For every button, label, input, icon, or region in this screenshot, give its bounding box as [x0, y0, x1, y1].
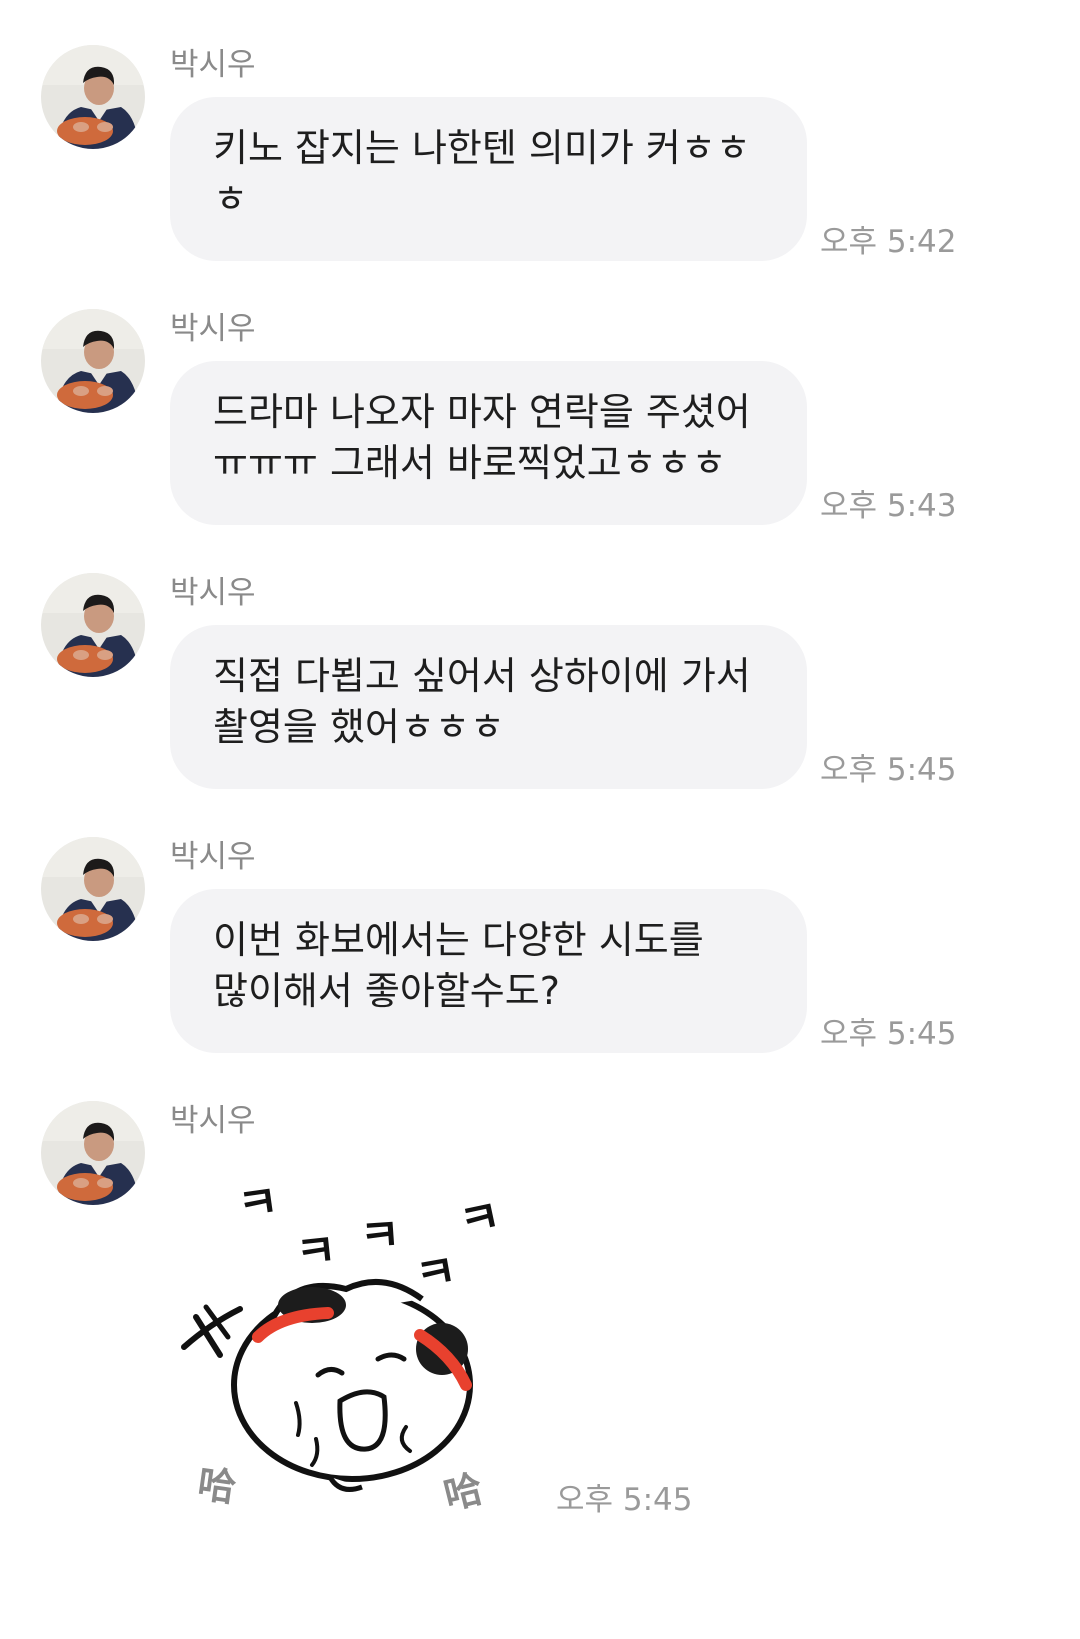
- sticker-text: ㅋ: [293, 1225, 339, 1280]
- sender-name: 박시우: [170, 1103, 256, 1139]
- message-text-line: 이번 화보에서는 다양한 시도를: [213, 918, 704, 962]
- message-text-line: 드라마 나오자 마자 연락을 주셨어: [213, 390, 751, 434]
- laughing-dumpling-sticker-icon: ㅋ ㅋ ㅋ ㅋ ㅋ 哈 哈: [181, 1176, 505, 1518]
- sticker-text: 哈: [195, 1461, 239, 1510]
- avatar[interactable]: [41, 309, 145, 413]
- sender-name: 박시우: [170, 311, 256, 347]
- message-time: 오후 5:45: [820, 1016, 957, 1052]
- message-bubble[interactable]: 드라마 나오자 마자 연락을 주셨어 ㅠㅠㅠ 그래서 바로찍었고ㅎㅎㅎ: [170, 361, 807, 525]
- avatar[interactable]: [41, 573, 145, 677]
- sender-name: 박시우: [170, 47, 256, 83]
- message-time: 오후 5:45: [820, 752, 957, 788]
- message-text-line: 촬영을 했어ㅎㅎㅎ: [213, 705, 505, 749]
- profile-photo-icon: [41, 45, 145, 149]
- message-bubble[interactable]: 키노 잡지는 나한텐 의미가 커ㅎㅎ ㅎ: [170, 97, 807, 261]
- sender-name: 박시우: [170, 839, 256, 875]
- message-bubble[interactable]: 이번 화보에서는 다양한 시도를 많이해서 좋아할수도?: [170, 889, 807, 1053]
- avatar[interactable]: [41, 837, 145, 941]
- message-text-line: ㅠㅠㅠ 그래서 바로찍었고ㅎㅎㅎ: [213, 441, 727, 485]
- sticker[interactable]: ㅋ ㅋ ㅋ ㅋ ㅋ 哈 哈: [170, 1159, 530, 1519]
- message-text-line: ㅎ: [213, 177, 248, 221]
- avatar[interactable]: [41, 45, 145, 149]
- message-bubble[interactable]: 직접 다뵙고 싶어서 상하이에 가서 촬영을 했어ㅎㅎㅎ: [170, 625, 807, 789]
- message-time: 오후 5:45: [556, 1482, 693, 1518]
- message-time: 오후 5:43: [820, 488, 957, 524]
- avatar[interactable]: [41, 1101, 145, 1205]
- sticker-text: ㅋ: [455, 1190, 505, 1248]
- message-text-line: 직접 다뵙고 싶어서 상하이에 가서: [213, 654, 751, 698]
- sender-name: 박시우: [170, 575, 256, 611]
- sticker-text: ㅋ: [358, 1209, 402, 1263]
- sticker-text: ㅋ: [235, 1176, 282, 1232]
- message-text-line: 키노 잡지는 나한텐 의미가 커ㅎㅎ: [213, 126, 751, 170]
- sticker-text: 哈: [440, 1466, 488, 1518]
- profile-photo-icon: [41, 1101, 145, 1205]
- profile-photo-icon: [41, 573, 145, 677]
- profile-photo-icon: [41, 309, 145, 413]
- message-text-line: 많이해서 좋아할수도?: [213, 969, 560, 1013]
- profile-photo-icon: [41, 837, 145, 941]
- message-time: 오후 5:42: [820, 224, 957, 260]
